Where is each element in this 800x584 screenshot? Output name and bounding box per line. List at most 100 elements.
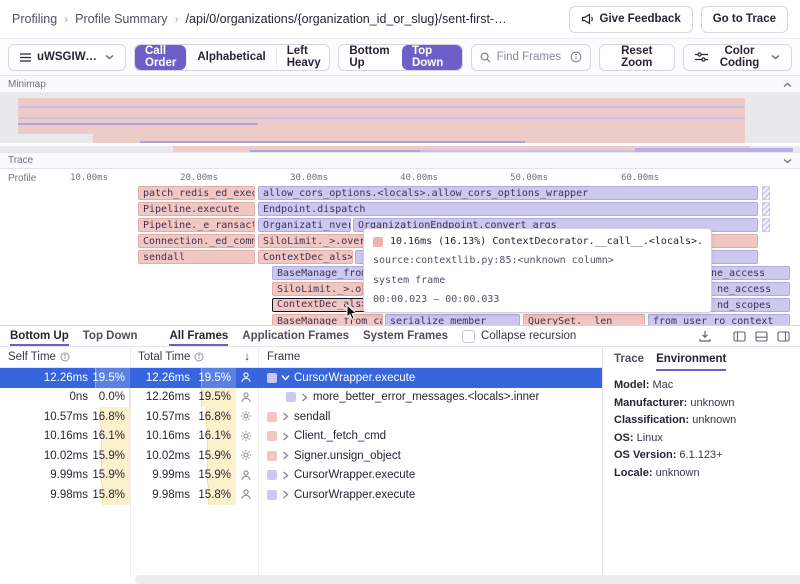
frame-cell: CursorWrapper.execute — [258, 469, 602, 481]
flame-frame[interactable]: serialize_member — [385, 314, 520, 325]
frame-color-swatch — [267, 412, 277, 422]
sort-option-left-heavy[interactable]: Left Heavy — [276, 45, 331, 70]
flame-frame[interactable] — [762, 218, 770, 232]
reset-zoom-button[interactable]: Reset Zoom — [599, 44, 675, 71]
tab-bottom-up[interactable]: Bottom Up — [10, 326, 69, 346]
details-tab-trace[interactable]: Trace — [614, 347, 644, 371]
dock-bottom-layout-icon[interactable] — [755, 331, 768, 342]
flame-frame[interactable]: Organizati_nvert_args — [258, 218, 351, 232]
tooltip-title: 10.16ms (16.13%) ContextDecorator.__call… — [390, 236, 702, 247]
flame-frame[interactable]: ContextDec_als>.i — [272, 298, 365, 312]
total-time-value: 10.02ms — [146, 450, 190, 462]
frame-color-swatch — [267, 470, 277, 480]
flame-frame[interactable] — [762, 202, 770, 216]
tab-all-frames[interactable]: All Frames — [169, 326, 228, 346]
download-icon[interactable] — [699, 330, 711, 342]
sort-option-alphabetical[interactable]: Alphabetical — [186, 45, 275, 70]
table-row[interactable]: 10.16ms16.1%10.16ms16.1%Client._fetch_cm… — [0, 427, 602, 447]
table-row[interactable]: 0ns0.0%12.26ms19.5%more_better_error_mes… — [0, 388, 602, 408]
go-to-trace-button[interactable]: Go to Trace — [701, 6, 788, 33]
time-tick-label: 30.00ms — [272, 173, 328, 183]
total-time-value: 9.98ms — [152, 489, 190, 501]
breadcrumb-item[interactable]: Profile Summary — [75, 12, 167, 26]
dock-left-layout-icon[interactable] — [733, 331, 746, 342]
horizontal-scrollbar[interactable] — [135, 575, 800, 584]
flame-frame[interactable]: QuerySet.__len__ — [523, 314, 645, 325]
breadcrumb-item[interactable]: Profiling — [12, 12, 57, 26]
collapse-trace-icon[interactable] — [783, 158, 792, 164]
environment-field-value: Mac — [653, 379, 674, 391]
minimap-block — [18, 98, 745, 134]
frame-name: sendall — [294, 411, 330, 423]
minimap-canvas[interactable] — [0, 92, 800, 152]
view-option-top-down[interactable]: Top Down — [402, 45, 462, 70]
chevron-right-icon[interactable] — [282, 471, 289, 480]
frame-header[interactable]: Frame — [258, 351, 300, 363]
flame-frame[interactable]: Connection._ed_command — [138, 234, 255, 248]
feedback-megaphone-icon — [581, 13, 594, 25]
search-icon — [480, 52, 491, 63]
search-input[interactable]: Find Frames — [471, 44, 591, 71]
thread-selector-label: uWSGIWor… — [37, 51, 99, 63]
flame-frame[interactable]: from_user_ro_context — [648, 314, 790, 325]
self-time-cell: 10.02ms15.9% — [0, 446, 130, 466]
collapse-recursion-toggle[interactable]: Collapse recursion — [462, 330, 576, 343]
collapse-minimap-icon[interactable] — [783, 82, 792, 88]
percent-text: 15.9% — [92, 450, 125, 462]
thread-selector[interactable]: uWSGIWor… — [8, 44, 126, 71]
chevron-right-icon[interactable] — [301, 393, 308, 402]
total-time-value: 12.26ms — [146, 391, 190, 403]
details-tab-environment[interactable]: Environment — [656, 347, 726, 371]
collapse-recursion-checkbox[interactable] — [462, 330, 475, 343]
flame-frame[interactable]: sendall — [138, 250, 255, 264]
chevron-right-icon[interactable] — [282, 490, 289, 499]
flame-frame[interactable]: Pipeline.execute — [138, 202, 255, 216]
total-time-header[interactable]: Total Time ↓ — [130, 351, 258, 363]
flame-frame[interactable]: patch_redis_ed_execute — [138, 186, 255, 200]
environment-field-label: OS Version: — [614, 449, 676, 461]
flame-frame[interactable]: Endpoint.dispatch — [258, 202, 758, 216]
table-row[interactable]: 12.26ms19.5%12.26ms19.5%CursorWrapper.ex… — [0, 368, 602, 388]
table-row[interactable]: 10.02ms15.9%10.02ms15.9%Signer.unsign_ob… — [0, 446, 602, 466]
percent-text: 15.8% — [198, 489, 231, 501]
percent-bar — [129, 388, 130, 408]
table-rows: 12.26ms19.5%12.26ms19.5%CursorWrapper.ex… — [0, 368, 602, 505]
breadcrumb-item[interactable]: /api/0/organizations/{organization_id_or… — [186, 12, 507, 26]
dock-right-layout-icon[interactable] — [777, 331, 790, 342]
flame-frame[interactable] — [762, 186, 770, 200]
view-option-bottom-up[interactable]: Bottom Up — [339, 45, 402, 70]
table-row[interactable]: 9.98ms15.8%9.98ms15.8%CursorWrapper.exec… — [0, 485, 602, 505]
tooltip-time-range: 00:00.023 — 00:00.033 — [373, 294, 702, 305]
sort-descending-icon[interactable]: ↓ — [244, 351, 258, 363]
chevron-down-icon[interactable] — [282, 373, 289, 382]
flame-frame-label: SiloLimit._>.over — [277, 284, 363, 295]
tab-system-frames[interactable]: System Frames — [363, 326, 448, 346]
time-tick-label: 60.00ms — [603, 173, 659, 183]
color-coding-button[interactable]: Color Coding — [683, 44, 792, 71]
filter-tabs: All Frames Application Frames System Frame… — [169, 326, 448, 346]
flame-frame[interactable]: Pipeline._e_ransaction — [138, 218, 255, 232]
frame-cell: CursorWrapper.execute — [258, 372, 602, 384]
flame-frame[interactable]: allow_cors_options.<locals>.allow_cors_o… — [258, 186, 758, 200]
give-feedback-button[interactable]: Give Feedback — [569, 6, 693, 33]
flame-frame[interactable]: SiloLimit._>.over — [272, 282, 363, 296]
frame-color-swatch — [267, 490, 277, 500]
flame-frame[interactable]: BaseManage_from_cache — [272, 314, 383, 325]
chevron-right-icon[interactable] — [282, 412, 289, 421]
chevron-right-icon[interactable] — [282, 432, 289, 441]
flame-frame-label: allow_cors_options.<locals>.allow_cors_o… — [263, 188, 588, 199]
percent-text: 0.0% — [99, 391, 125, 403]
tab-application-frames[interactable]: Application Frames — [242, 326, 349, 346]
table-row[interactable]: 10.57ms16.8%10.57ms16.8%sendall — [0, 407, 602, 427]
total-time-label: Total Time — [138, 351, 190, 363]
table-row[interactable]: 9.99ms15.9%9.99ms15.9%CursorWrapper.exec… — [0, 466, 602, 486]
flame-frame[interactable]: ContextDec_als>.i — [258, 250, 353, 264]
tab-top-down[interactable]: Top Down — [83, 326, 138, 346]
self-time-header[interactable]: Self Time — [0, 351, 130, 363]
percent-text: 15.9% — [198, 469, 231, 481]
frame-name: CursorWrapper.execute — [294, 469, 415, 481]
environment-field-value: unknown — [692, 414, 736, 426]
sort-option-call-order[interactable]: Call Order — [135, 45, 186, 70]
chevron-right-icon[interactable] — [282, 451, 289, 460]
flame-frame-label: Organizati_nvert_args — [263, 220, 351, 231]
